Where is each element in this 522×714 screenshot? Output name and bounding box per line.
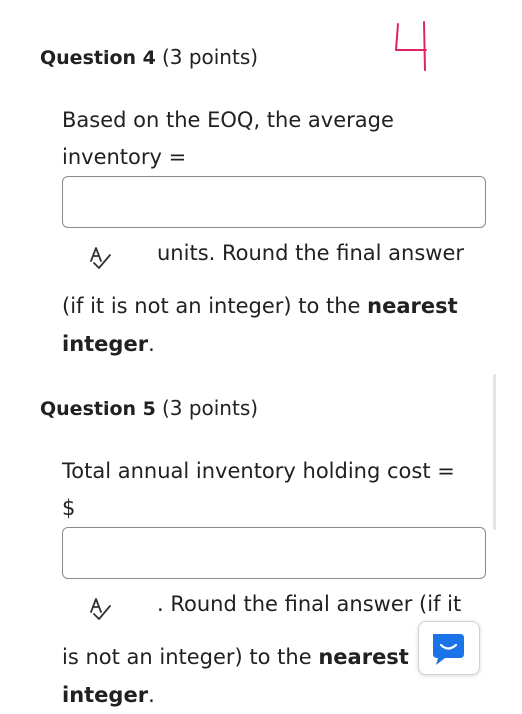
prompt-line: $ <box>62 496 76 520</box>
chat-button[interactable] <box>418 621 480 675</box>
question-5-answer-input[interactable] <box>62 527 486 579</box>
instruction-text: (if it is not an integer) to the <box>62 294 361 318</box>
question-5-after-input-text: . Round the final answer (if it <box>157 592 462 616</box>
handwritten-mark <box>395 21 427 71</box>
question-4-prompt: Based on the EOQ, the average inventory … <box>62 102 492 176</box>
instruction-text: is not an integer) to the <box>62 645 312 669</box>
spellcheck-icon[interactable] <box>86 594 116 624</box>
question-number: Question 4 <box>40 47 156 69</box>
question-5-heading: Question 5 (3 points) <box>40 396 258 420</box>
instruction-end: . <box>148 683 155 707</box>
question-4-after-input-text: units. Round the final answer <box>157 241 465 265</box>
chat-icon <box>433 634 464 665</box>
prompt-line: Total annual inventory holding cost = <box>62 459 455 483</box>
question-4-instruction: (if it is not an integer) to the nearest… <box>62 287 502 363</box>
prompt-line: Based on the EOQ, the average <box>62 108 394 132</box>
question-4-heading: Question 4 (3 points) <box>40 45 258 69</box>
spellcheck-icon[interactable] <box>86 243 116 273</box>
question-points: (3 points) <box>161 396 259 420</box>
instruction-end: . <box>148 332 155 356</box>
question-4-answer-input[interactable] <box>62 176 486 228</box>
prompt-line: inventory = <box>62 145 187 169</box>
question-points: (3 points) <box>161 45 259 69</box>
scrollbar[interactable] <box>493 374 496 530</box>
question-number: Question 5 <box>40 398 156 420</box>
question-5-prompt: Total annual inventory holding cost = $ <box>62 453 492 527</box>
